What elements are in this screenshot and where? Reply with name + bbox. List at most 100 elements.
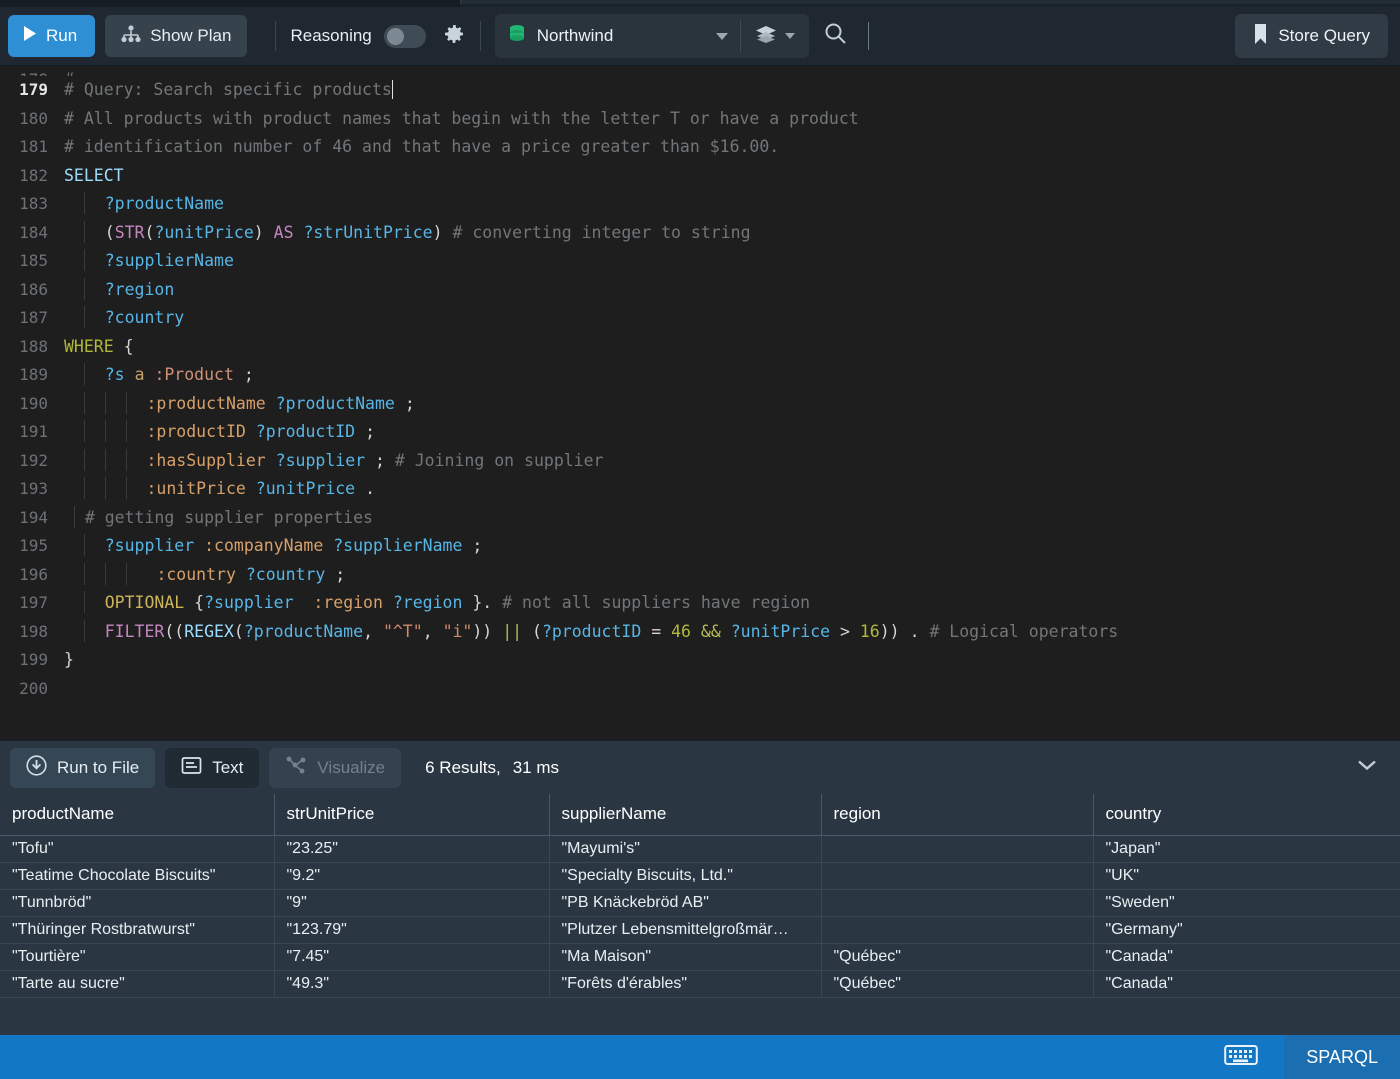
code-line-197: 197 OPTIONAL {?supplier :region ?region … (0, 589, 1400, 618)
table-cell: "Ma Maison" (549, 943, 822, 971)
table-cell (821, 916, 1094, 944)
run-button[interactable]: Run (8, 15, 96, 57)
line-number: 194 (19, 507, 48, 527)
table-cell: "Tourtière" (0, 943, 275, 971)
visualize-button[interactable]: Visualize (269, 747, 402, 788)
line-number: 196 (19, 564, 48, 584)
code-line-192: 192 :hasSupplier ?supplier ; # Joining o… (0, 447, 1400, 476)
toolbar-divider-2 (479, 21, 481, 51)
code-text: # getting supplier properties (64, 504, 1400, 533)
settings-button[interactable] (442, 22, 466, 51)
table-cell: "PB Knäckebröd AB" (549, 889, 822, 917)
code-text: SELECT (64, 162, 1400, 191)
results-table: productName strUnitPrice supplierName regio… (0, 794, 1400, 998)
line-number: 186 (19, 279, 48, 299)
table-cell (821, 889, 1094, 917)
text-view-label: Text (212, 757, 244, 777)
graph-nodes-icon (285, 755, 307, 780)
chevron-down-small-icon (784, 33, 795, 39)
table-cell: "Canada" (1093, 943, 1400, 971)
code-text: OPTIONAL {?supplier :region ?region }. #… (64, 589, 1400, 618)
database-name: Northwind (536, 26, 614, 45)
line-number: 192 (19, 450, 48, 470)
table-row[interactable]: "Tofu" "23.25" "Mayumi's" "Japan" (0, 835, 1400, 863)
search-button[interactable] (823, 21, 848, 51)
search-icon (823, 21, 848, 51)
code-line-180: 180 # All products with product names th… (0, 105, 1400, 134)
line-number: 187 (19, 308, 48, 327)
table-cell: "Specialty Biscuits, Ltd." (549, 862, 822, 890)
reasoning-toggle[interactable] (383, 24, 426, 48)
window-chrome-sliver (0, 0, 1400, 7)
code-text: (STR(?unitPrice) AS ?strUnitPrice) # con… (64, 219, 1400, 248)
table-cell (821, 835, 1094, 863)
code-line-198: 198 FILTER((REGEX(?productName, "^T", "i… (0, 618, 1400, 647)
results-table-wrap: productName strUnitPrice supplierName regio… (0, 794, 1400, 998)
store-query-button[interactable]: Store Query (1235, 14, 1388, 58)
chrome-pane-right (460, 0, 1400, 4)
code-line-185: 185 ?supplierName (0, 247, 1400, 276)
table-cell: "UK" (1093, 862, 1400, 890)
line-number: 182 (19, 165, 48, 185)
table-row[interactable]: "Teatime Chocolate Biscuits" "9.2" "Specia… (0, 862, 1400, 890)
code-text: :unitPrice ?unitPrice . (64, 475, 1400, 504)
table-row[interactable]: "Tourtière" "7.45" "Ma Maison" "Québec" "Can… (0, 943, 1400, 971)
table-cell: "Québec" (821, 970, 1094, 998)
column-header-productName[interactable]: productName (0, 794, 275, 836)
reasoning-label: Reasoning (290, 26, 372, 45)
table-cell: "Québec" (821, 943, 1094, 971)
code-text: # identification number of 46 and that h… (64, 133, 1400, 162)
code-line-partial: 178 # (0, 66, 1400, 76)
table-cell: "Sweden" (1093, 889, 1400, 917)
chrome-pane-left (0, 0, 460, 7)
line-number: 191 (19, 422, 48, 441)
code-text: # Query: Search specific products (64, 76, 1400, 105)
code-variable: ?region (104, 279, 175, 299)
text-view-button[interactable]: Text (165, 747, 260, 788)
line-number: 198 (19, 621, 48, 641)
run-to-file-button[interactable]: Run to File (10, 747, 156, 788)
code-comment: # Query: Search specific products (64, 80, 392, 99)
chevron-down-icon (715, 32, 728, 40)
show-plan-button[interactable]: Show Plan (105, 15, 248, 57)
table-body: "Tofu" "23.25" "Mayumi's" "Japan" "Teatime C… (0, 835, 1400, 998)
table-cell: "Canada" (1093, 970, 1400, 998)
database-selector[interactable]: Northwind (495, 14, 740, 58)
keyboard-button[interactable] (1198, 1043, 1284, 1072)
column-header-supplierName[interactable]: supplierName (549, 794, 822, 836)
collapse-results-button[interactable] (1356, 758, 1388, 777)
line-number: 189 (19, 365, 48, 384)
query-editor[interactable]: 178 # 179 # Query: Search specific produ… (0, 66, 1400, 740)
language-indicator[interactable]: SPARQL (1284, 1035, 1400, 1079)
code-text: :productName ?productName ; (64, 390, 1400, 419)
line-number: 200 (19, 678, 48, 698)
line-number: 184 (19, 222, 48, 242)
line-number: 178 (0, 66, 64, 76)
column-header-strUnitPrice[interactable]: strUnitPrice (274, 794, 550, 836)
table-cell: "9.2" (274, 862, 550, 890)
table-cell: "Teatime Chocolate Biscuits" (0, 862, 275, 890)
code-line-184: 184 (STR(?unitPrice) AS ?strUnitPrice) #… (0, 219, 1400, 248)
code-line-196: 196 :country ?country ; (0, 561, 1400, 590)
code-text: :hasSupplier ?supplier ; # Joining on su… (64, 447, 1400, 476)
table-cell: "Tunnbröd" (0, 889, 275, 917)
code-text: ?supplierName (64, 247, 1400, 276)
code-line-194: 194 # getting supplier properties (0, 504, 1400, 533)
table-cell: "49.3" (274, 970, 550, 998)
column-header-country[interactable]: country (1093, 794, 1400, 836)
line-number: 188 (19, 336, 48, 356)
code-variable: ?country (104, 308, 185, 327)
store-query-label: Store Query (1278, 26, 1370, 45)
download-icon (26, 754, 47, 781)
line-number: 199 (19, 650, 48, 669)
code-text: } (64, 646, 1400, 675)
code-text: :productID ?productID ; (64, 418, 1400, 447)
layers-selector[interactable] (741, 14, 809, 58)
table-row[interactable]: "Thüringer Rostbratwurst" "123.79" "Plutze… (0, 916, 1400, 944)
code-text: WHERE { (64, 336, 134, 356)
table-row[interactable]: "Tarte au sucre" "49.3" "Forêts d'érables"… (0, 970, 1400, 998)
column-header-region[interactable]: region (821, 794, 1094, 836)
table-cell: "7.45" (274, 943, 550, 971)
table-cell: "Thüringer Rostbratwurst" (0, 916, 275, 944)
table-row[interactable]: "Tunnbröd" "9" "PB Knäckebröd AB" "Sweden" (0, 889, 1400, 917)
